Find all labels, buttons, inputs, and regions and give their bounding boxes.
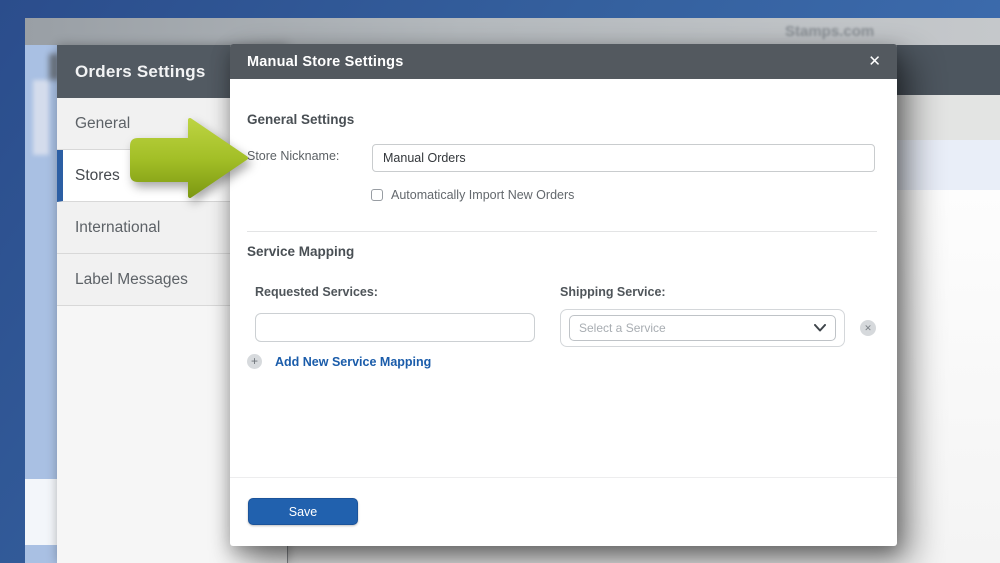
requested-services-input[interactable] — [255, 313, 535, 342]
footer-divider — [230, 477, 897, 478]
remove-mapping-button[interactable]: ✕ — [860, 320, 876, 336]
save-button[interactable]: Save — [248, 498, 358, 525]
stamps-watermark: Stamps.com — [785, 23, 875, 40]
auto-import-label: Automatically Import New Orders — [391, 188, 575, 202]
service-mapping-heading: Service Mapping — [247, 244, 355, 259]
chevron-down-icon — [814, 324, 826, 332]
sidebar-item-label: General — [75, 114, 131, 132]
modal-header: Manual Store Settings ✕ — [230, 44, 897, 79]
store-nickname-label: Store Nickname: — [247, 149, 340, 163]
store-nickname-input[interactable] — [372, 144, 875, 172]
requested-services-label: Requested Services: — [255, 285, 378, 299]
add-service-mapping-link[interactable]: + Add New Service Mapping — [247, 354, 431, 369]
callout-arrow-icon — [130, 118, 248, 198]
select-placeholder: Select a Service — [579, 321, 666, 335]
shipping-service-select[interactable]: Select a Service — [569, 315, 836, 341]
shipping-service-field: Select a Service — [560, 309, 845, 347]
sidebar-item-label: Stores — [75, 166, 120, 184]
shipping-service-label: Shipping Service: — [560, 285, 666, 299]
manual-store-settings-dialog: Manual Store Settings ✕ General Settings… — [230, 44, 897, 546]
general-settings-heading: General Settings — [247, 112, 355, 127]
sidebar-item-label: International — [75, 218, 161, 236]
app-left-nav — [25, 45, 57, 563]
modal-title: Manual Store Settings — [247, 53, 404, 70]
left-nav-white-segment — [25, 479, 57, 545]
section-divider — [247, 231, 877, 232]
left-nav-highlight — [33, 80, 49, 155]
sidebar-item-label: Label Messages — [75, 270, 188, 288]
add-service-mapping-label: Add New Service Mapping — [275, 354, 432, 369]
close-icon[interactable]: ✕ — [868, 54, 881, 69]
plus-icon: + — [247, 354, 262, 369]
auto-import-checkbox[interactable] — [371, 189, 383, 201]
browser-topbar: Stamps.com — [25, 18, 1000, 45]
